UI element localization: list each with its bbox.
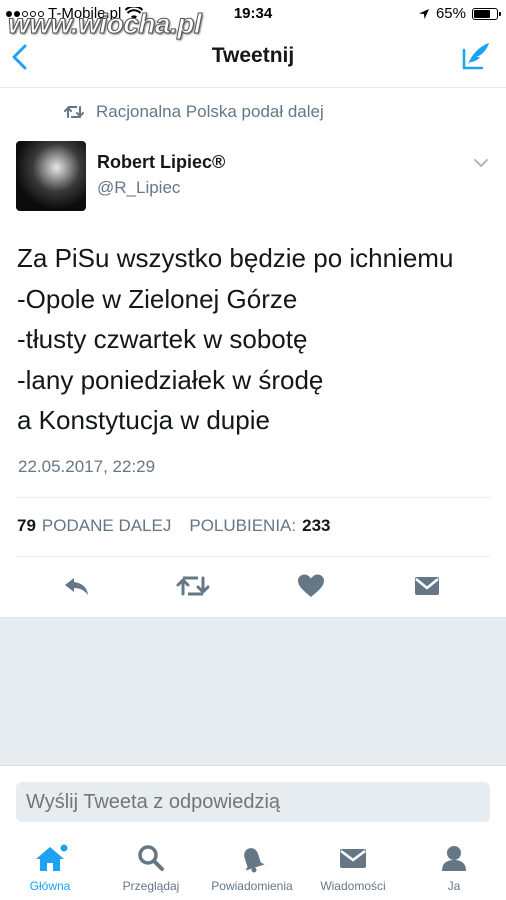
reply-input[interactable] [16,782,490,822]
divider [16,556,490,557]
person-icon [442,846,466,871]
bell-icon [244,848,265,873]
tweet-actions [0,566,506,606]
retweeted-by[interactable]: Racjonalna Polska podał dalej [64,102,324,122]
location-arrow-icon [418,8,429,19]
tab-explore[interactable]: Przeglądaj [101,843,201,893]
divider [16,497,490,498]
tweet-line: -Opole w Zielonej Górze [17,283,298,314]
page-title: Tweetnij [211,44,295,67]
tab-label: Ja [447,879,461,893]
retweets-label[interactable]: PODANE DALEJ [42,516,171,536]
tab-label: Przeglądaj [122,879,180,893]
heart-icon[interactable] [296,572,326,600]
status-right: 65% [418,5,501,22]
direct-message-icon[interactable] [412,572,442,600]
likes-count[interactable]: 233 [302,516,330,536]
empty-replies-area [0,617,506,765]
battery-icon [472,7,501,20]
home-icon [36,844,68,871]
search-icon [138,845,164,871]
likes-label[interactable]: POLUBIENIA: [189,516,296,536]
tweet-line: a Konstytucja w dupie [17,405,270,435]
battery-percent: 65% [435,5,466,22]
tweet-stats: 79 PODANE DALEJ POLUBIENIA: 233 [17,516,331,536]
chevron-down-icon[interactable] [472,154,490,172]
battery-fill [474,9,490,18]
retweet-icon [64,105,84,119]
envelope-icon [340,849,366,868]
retweeted-by-label: Racjonalna Polska podał dalej [96,102,324,121]
tweet-timestamp: 22.05.2017, 22:29 [18,457,156,476]
tab-bar: Główna Przeglądaj Powiadomienia Wiadomoś… [0,829,506,900]
tab-label: Powiadomienia [211,879,293,893]
tab-me[interactable]: Ja [404,843,504,893]
tab-label: Wiadomości [320,879,386,893]
reply-bar [0,765,506,829]
tweet-line: -lany poniedziałek w środę [17,364,324,395]
avatar[interactable] [16,141,86,211]
nav-bar: Tweetnij [0,30,506,88]
tweet-line: Za PiSu wszystko będzie po ichniemu [17,243,454,273]
retweet-icon[interactable] [176,572,210,600]
tab-home[interactable]: Główna [0,843,100,893]
tab-label: Główna [29,879,71,893]
author-name[interactable]: Robert Lipiec® [97,152,225,173]
retweets-count[interactable]: 79 [17,516,36,536]
tab-messages[interactable]: Wiadomości [303,843,403,893]
tweet-text: Za PiSu wszystko będzie po ichniemu -Opo… [17,238,490,441]
reply-icon[interactable] [62,572,92,600]
compose-tweet-icon[interactable] [460,40,492,72]
author-handle[interactable]: @R_Lipiec [97,178,180,198]
tab-notifications[interactable]: Powiadomienia [202,843,302,893]
tweet-line: -tłusty czwartek w sobotę [17,324,308,354]
